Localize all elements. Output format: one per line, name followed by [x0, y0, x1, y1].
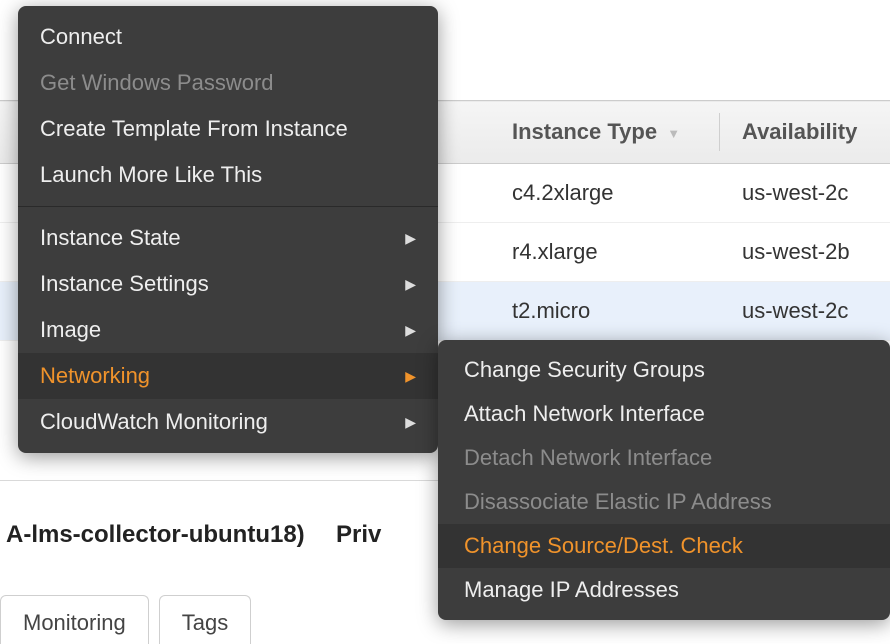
submenu-arrow-icon: ▶: [405, 414, 416, 431]
cell-availability-zone: us-west-2c: [720, 282, 890, 341]
submenu-item-attach-network-interface[interactable]: Attach Network Interface: [438, 392, 890, 436]
table-header-label: Availability: [742, 119, 857, 144]
cell-instance-type: r4.xlarge: [490, 223, 720, 282]
menu-item-networking[interactable]: Networking ▶: [18, 353, 438, 399]
menu-item-label: Change Source/Dest. Check: [464, 533, 743, 559]
menu-item-label: Manage IP Addresses: [464, 577, 679, 603]
table-header-availability-zone[interactable]: Availability: [720, 101, 890, 164]
submenu-item-disassociate-eip: Disassociate Elastic IP Address: [438, 480, 890, 524]
submenu-arrow-icon: ▶: [405, 368, 416, 385]
table-header-label: Instance Type: [512, 119, 657, 144]
menu-item-label: Networking: [40, 363, 150, 389]
menu-item-image[interactable]: Image ▶: [18, 307, 438, 353]
detail-tabs: Monitoring Tags: [0, 595, 251, 644]
tab-label: Tags: [182, 610, 228, 635]
menu-item-instance-settings[interactable]: Instance Settings ▶: [18, 261, 438, 307]
tab-label: Monitoring: [23, 610, 126, 635]
cell-instance-type: t2.micro: [490, 282, 720, 341]
context-menu: Connect Get Windows Password Create Temp…: [18, 6, 438, 453]
submenu-arrow-icon: ▶: [405, 276, 416, 293]
menu-item-label: Detach Network Interface: [464, 445, 712, 471]
menu-item-label: Disassociate Elastic IP Address: [464, 489, 772, 515]
cell-availability-zone: us-west-2b: [720, 223, 890, 282]
menu-item-label: Instance Settings: [40, 271, 209, 297]
menu-item-label: Launch More Like This: [40, 162, 262, 188]
sort-caret-icon: ▼: [667, 126, 680, 141]
menu-item-get-windows-password: Get Windows Password: [18, 60, 438, 106]
tab-monitoring[interactable]: Monitoring: [0, 595, 149, 644]
submenu-arrow-icon: ▶: [405, 322, 416, 339]
menu-item-label: CloudWatch Monitoring: [40, 409, 268, 435]
networking-submenu: Change Security Groups Attach Network In…: [438, 340, 890, 620]
menu-item-label: Connect: [40, 24, 122, 50]
menu-separator: [18, 206, 438, 207]
submenu-arrow-icon: ▶: [405, 230, 416, 247]
menu-item-label: Attach Network Interface: [464, 401, 705, 427]
menu-item-label: Get Windows Password: [40, 70, 274, 96]
submenu-item-change-security-groups[interactable]: Change Security Groups: [438, 348, 890, 392]
submenu-item-change-source-dest-check[interactable]: Change Source/Dest. Check: [438, 524, 890, 568]
menu-item-label: Change Security Groups: [464, 357, 705, 383]
menu-item-cloudwatch[interactable]: CloudWatch Monitoring ▶: [18, 399, 438, 445]
instance-name-fragment: A-lms-collector-ubuntu18): [0, 521, 305, 549]
menu-item-label: Image: [40, 317, 101, 343]
menu-item-create-template[interactable]: Create Template From Instance: [18, 106, 438, 152]
cell-availability-zone: us-west-2c: [720, 164, 890, 223]
menu-item-label: Instance State: [40, 225, 181, 251]
cell-instance-type: c4.2xlarge: [490, 164, 720, 223]
tab-tags[interactable]: Tags: [159, 595, 251, 644]
menu-item-label: Create Template From Instance: [40, 116, 348, 142]
menu-item-launch-more[interactable]: Launch More Like This: [18, 152, 438, 198]
submenu-item-detach-network-interface: Detach Network Interface: [438, 436, 890, 480]
submenu-item-manage-ip-addresses[interactable]: Manage IP Addresses: [438, 568, 890, 612]
menu-item-instance-state[interactable]: Instance State ▶: [18, 215, 438, 261]
private-label-fragment: Priv: [336, 521, 381, 549]
table-header-instance-type[interactable]: Instance Type ▼: [490, 101, 720, 164]
menu-item-connect[interactable]: Connect: [18, 14, 438, 60]
